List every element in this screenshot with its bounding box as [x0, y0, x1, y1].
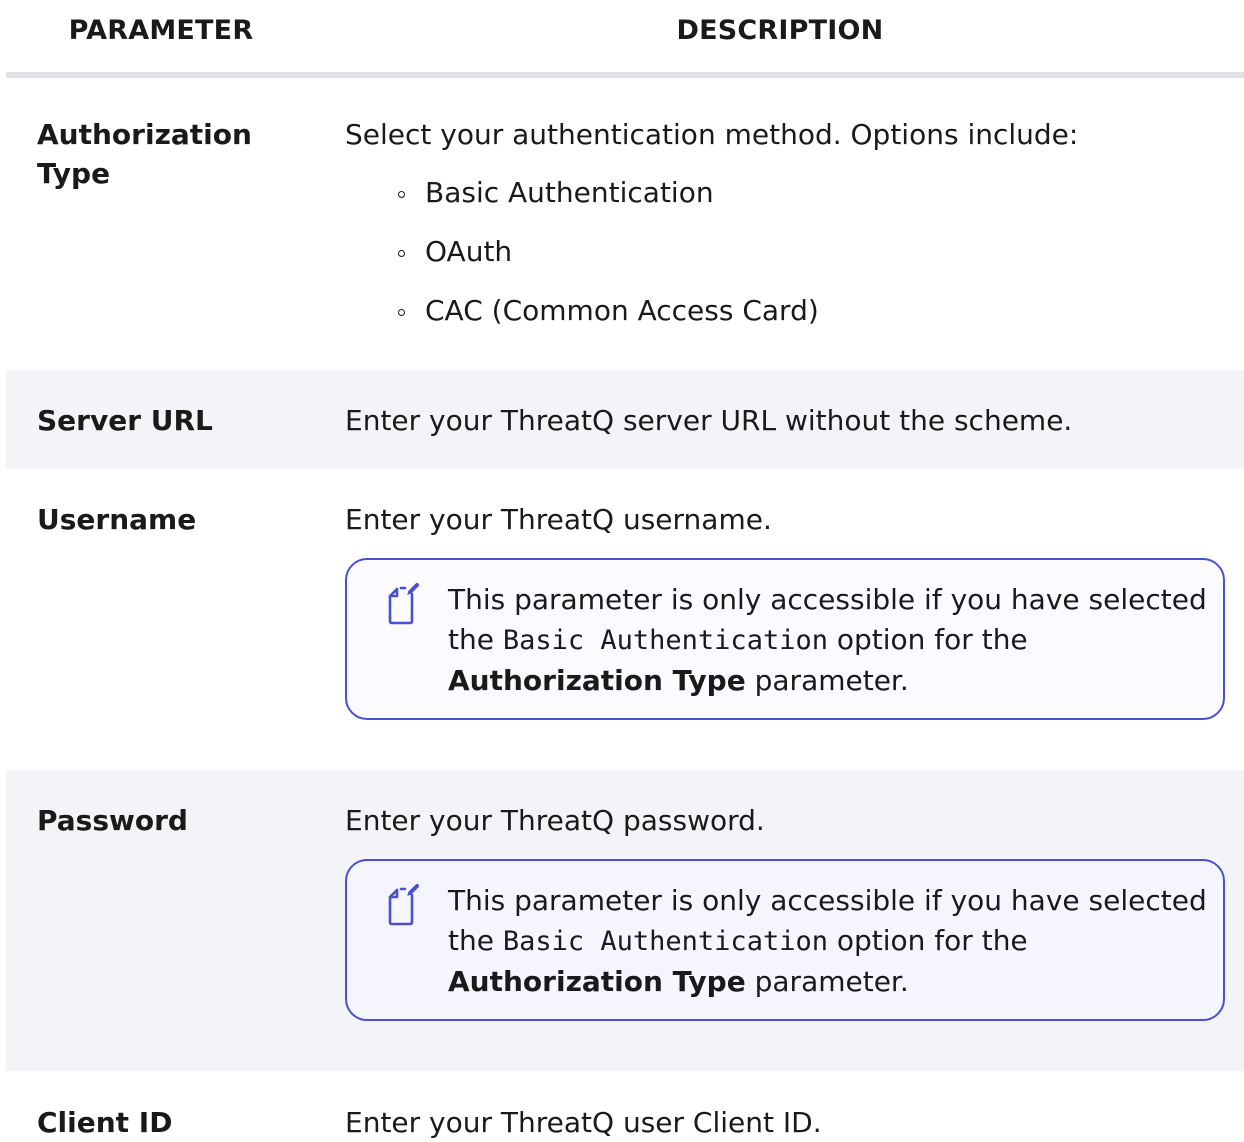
header-description: DESCRIPTION: [676, 15, 884, 46]
table-row-server-url: Server URL Enter your ThreatQ server URL…: [6, 370, 1244, 469]
table-row-client-id: Client ID Enter your ThreatQ user Client…: [6, 1071, 1244, 1139]
note-text: This parameter is only accessible if you…: [448, 580, 1208, 701]
param-description: Enter your ThreatQ password.: [345, 804, 765, 837]
list-item: Basic Authentication: [345, 154, 1230, 213]
param-description: Select your authentication method. Optio…: [345, 115, 1230, 331]
table-row-authorization-type: Authorization Type Select your authentic…: [6, 84, 1244, 370]
description-text: Select your authentication method. Optio…: [345, 118, 1079, 151]
option-label: CAC (Common Access Card): [425, 294, 819, 327]
note-bold: Authorization Type: [448, 664, 746, 697]
param-name: Server URL: [37, 404, 213, 437]
bullet-icon: [398, 250, 405, 257]
note-code: Basic Authentication: [502, 625, 828, 656]
note-code: Basic Authentication: [502, 926, 828, 957]
table-row-password: Password Enter your ThreatQ password. Th…: [6, 770, 1244, 1071]
param-description: Enter your ThreatQ server URL without th…: [345, 404, 1073, 437]
param-name: Authorization Type: [37, 118, 252, 190]
options-list: Basic Authentication OAuth CAC (Common A…: [345, 154, 1230, 331]
note-text-post: parameter.: [745, 664, 909, 697]
option-label: Basic Authentication: [425, 176, 714, 209]
bullet-icon: [398, 309, 405, 316]
note-callout: This parameter is only accessible if you…: [345, 859, 1225, 1021]
note-callout: This parameter is only accessible if you…: [345, 558, 1225, 720]
note-bold: Authorization Type: [448, 965, 746, 998]
param-description: Enter your ThreatQ username.: [345, 503, 772, 536]
list-item: OAuth: [345, 213, 1230, 272]
param-name: Username: [37, 503, 197, 536]
note-pencil-icon: [388, 583, 419, 625]
list-item: CAC (Common Access Card): [345, 272, 1230, 331]
note-text-post: parameter.: [745, 965, 909, 998]
param-name: Password: [37, 804, 188, 837]
note-text-mid: option for the: [827, 623, 1028, 656]
option-label: OAuth: [425, 235, 513, 268]
note-pencil-icon: [388, 884, 419, 926]
param-name: Client ID: [37, 1106, 173, 1139]
parameter-table: PARAMETER DESCRIPTION Authorization Type…: [6, 0, 1244, 1139]
header-parameter: PARAMETER: [68, 15, 254, 46]
note-text-mid: option for the: [827, 924, 1028, 957]
bullet-icon: [398, 191, 405, 198]
note-text: This parameter is only accessible if you…: [448, 881, 1208, 1002]
param-description: Enter your ThreatQ user Client ID.: [345, 1106, 822, 1139]
table-header: PARAMETER DESCRIPTION: [6, 0, 1244, 78]
table-row-username: Username Enter your ThreatQ username. Th…: [6, 469, 1244, 770]
